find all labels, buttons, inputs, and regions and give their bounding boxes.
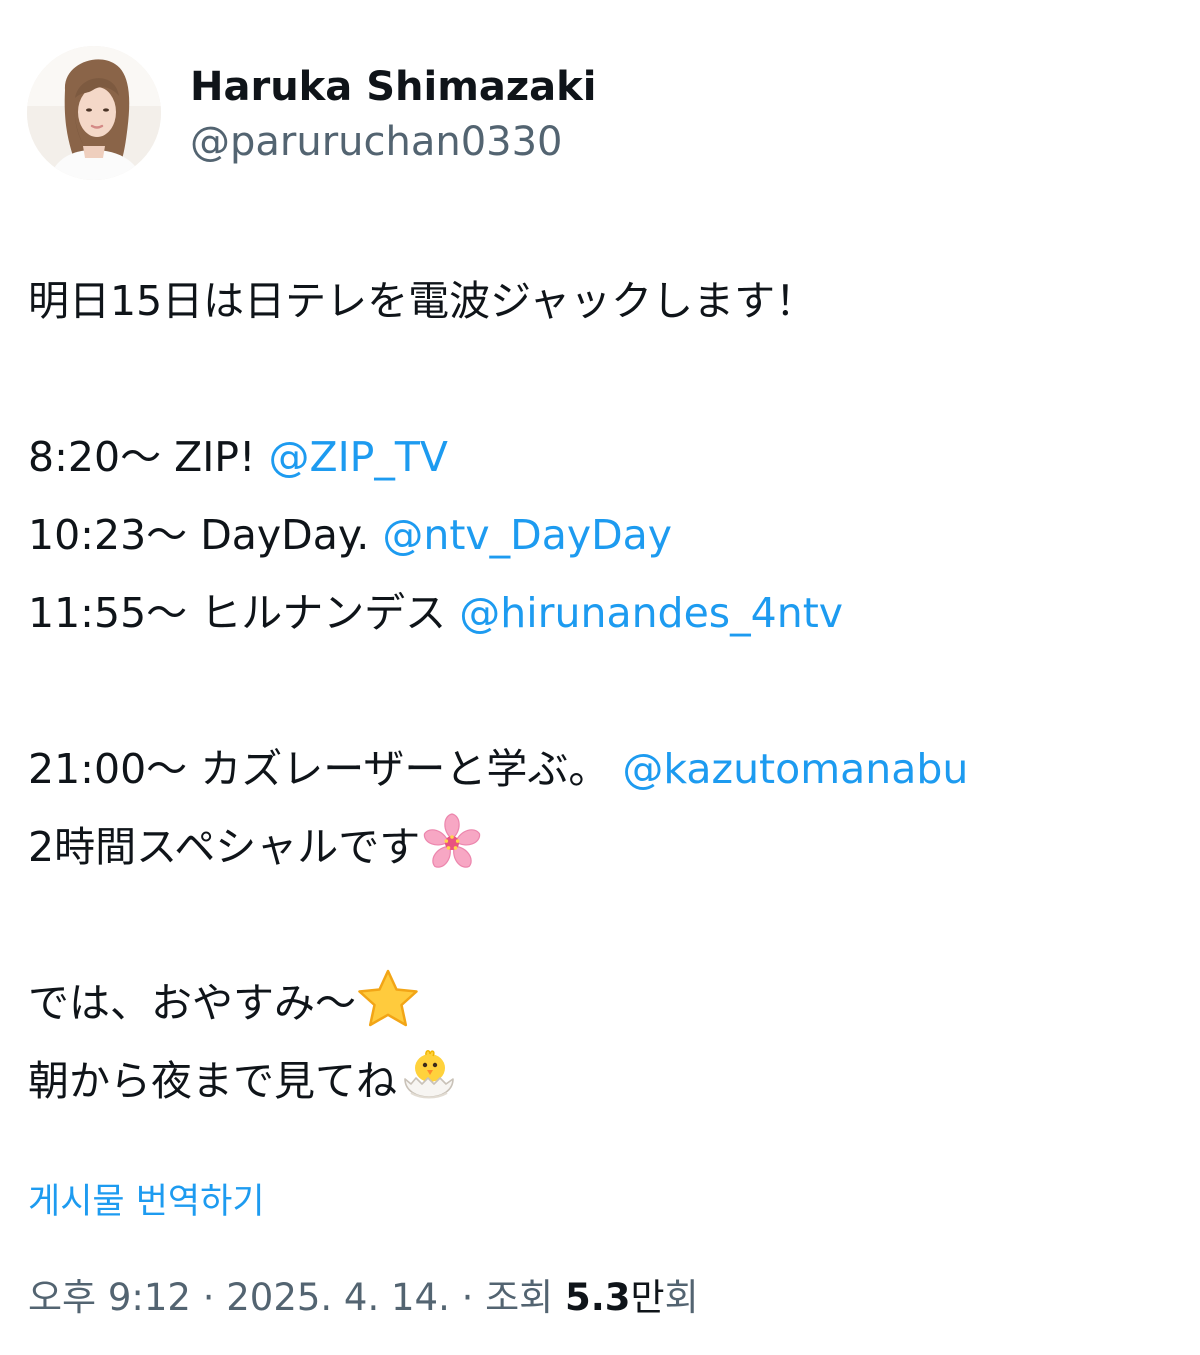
mention-link[interactable]: @hirunandes_4ntv xyxy=(459,589,843,637)
views-label: 조회 xyxy=(485,1276,565,1319)
post-date[interactable]: 2025. 4. 14. xyxy=(226,1276,450,1319)
hatching-chick-icon xyxy=(397,1045,461,1109)
avatar[interactable] xyxy=(27,46,161,180)
program-time: 21:00～ カズレーザーと学ぶ。 xyxy=(28,745,623,793)
display-name[interactable]: Haruka Shimazaki xyxy=(190,62,596,112)
tweet-line: では、おやすみ～ xyxy=(28,964,1178,1042)
program-time: 11:55～ ヒルナンデス xyxy=(28,589,460,637)
program-line: 8:20～ ZIP! @ZIP_TV xyxy=(28,418,1178,496)
meta-separator: · xyxy=(449,1276,486,1319)
star-icon xyxy=(356,967,420,1031)
tweet-line: 明日15日は日テレを電波ジャックします！ xyxy=(28,262,1178,340)
tweet-line-text: 朝から夜まで見てね xyxy=(28,1057,397,1105)
views-suffix: 회 xyxy=(664,1276,699,1319)
translate-post-link[interactable]: 게시물 번역하기 xyxy=(28,1180,265,1224)
user-handle[interactable]: @paruruchan0330 xyxy=(190,117,563,167)
views-count: 5.3 xyxy=(564,1276,631,1319)
mention-link[interactable]: @kazutomanabu xyxy=(622,745,968,793)
program-line: 21:00～ カズレーザーと学ぶ。 @kazutomanabu xyxy=(28,730,1178,808)
program-line: 10:23～ DayDay. @ntv_DayDay xyxy=(28,496,1178,574)
meta-separator: · xyxy=(190,1276,227,1319)
program-line: 11:55～ ヒルナンデス @hirunandes_4ntv xyxy=(28,574,1178,652)
tweet-line-text: 2時間スペシャルです xyxy=(28,823,421,871)
views-unit: 만 xyxy=(630,1276,665,1319)
cherry-blossom-icon xyxy=(420,811,484,875)
post-time[interactable]: 오후 9:12 xyxy=(28,1276,191,1319)
tweet-line-text: 明日15日は日テレを電波ジャックします！ xyxy=(28,277,817,325)
mention-link[interactable]: @ntv_DayDay xyxy=(382,511,672,559)
mention-link[interactable]: @ZIP_TV xyxy=(268,433,448,481)
program-time: 10:23～ DayDay. xyxy=(28,511,383,559)
tweet-text: 明日15日は日テレを電波ジャックします！ 8:20～ ZIP! @ZIP_TV … xyxy=(28,262,1178,1120)
tweet-line: 朝から夜まで見てね xyxy=(28,1042,1178,1120)
tweet-meta: 오후 9:12 · 2025. 4. 14. · 조회 5.3만회 xyxy=(28,1275,699,1321)
profile-photo-icon xyxy=(27,46,161,180)
tweet-line: 2時間スペシャルです xyxy=(28,808,1178,886)
program-time: 8:20～ ZIP! xyxy=(28,433,269,481)
tweet-line-text: では、おやすみ～ xyxy=(28,979,356,1027)
